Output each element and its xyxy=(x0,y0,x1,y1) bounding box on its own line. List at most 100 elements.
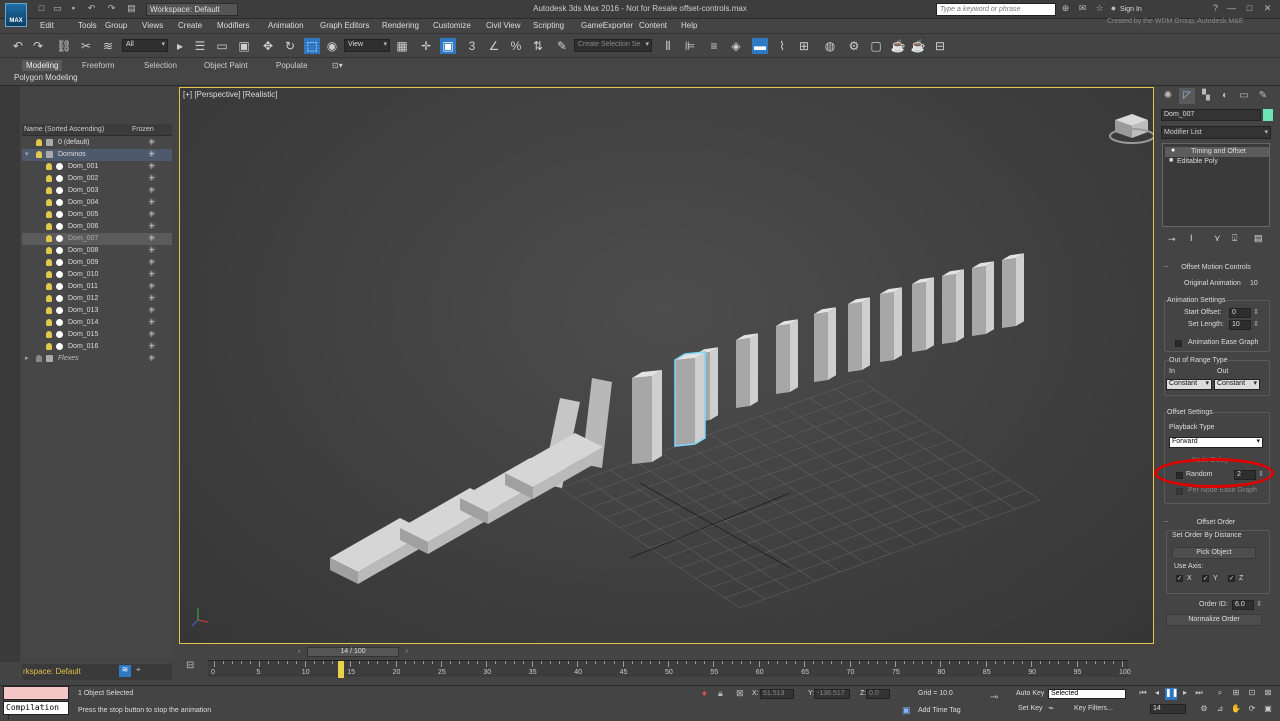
freeze-icon[interactable]: ✳ xyxy=(148,197,156,208)
freeze-icon[interactable]: ✳ xyxy=(148,269,156,280)
menu-item-modifiers[interactable]: Modifiers xyxy=(217,21,249,30)
spinner-snap-icon[interactable]: ⇅ xyxy=(530,38,546,54)
snaps-toggle-icon[interactable]: 3 xyxy=(464,38,480,54)
maximize-icon[interactable]: □ xyxy=(1244,3,1255,14)
explorer-row[interactable]: Dom_012 ✳ xyxy=(22,293,172,305)
ribbon-tab-selection[interactable]: Selection xyxy=(140,60,181,71)
freeze-icon[interactable]: ✳ xyxy=(148,149,156,160)
menu-item-create[interactable]: Create xyxy=(178,21,202,30)
explorer-row[interactable]: Dom_002 ✳ xyxy=(22,173,172,185)
explorer-row[interactable]: Dom_006 ✳ xyxy=(22,221,172,233)
time-track[interactable]: 0 5 10 15 20 25 30 35 40 45 50 55 60 65 70 75 80 85 90 95 10… xyxy=(208,660,1131,678)
y-coordinate-field[interactable]: -136.517 xyxy=(814,689,850,699)
in-type-dropdown[interactable]: Constant xyxy=(1166,379,1212,390)
time-slider[interactable]: ‹ 14 / 100 › xyxy=(298,647,408,657)
bind-space-warp-icon[interactable]: ≋ xyxy=(100,38,116,54)
zoom-icon[interactable]: ⌕ xyxy=(1214,688,1226,700)
freeze-icon[interactable]: ✳ xyxy=(148,305,156,316)
explorer-row[interactable]: Dom_011 ✳ xyxy=(22,281,172,293)
favorites-icon[interactable]: ☆ xyxy=(1094,3,1105,14)
named-selection-dropdown[interactable]: Create Selection Se xyxy=(574,39,652,52)
current-frame-field[interactable]: 14 xyxy=(1150,704,1186,714)
menu-item-rendering[interactable]: Rendering xyxy=(382,21,419,30)
freeze-icon[interactable]: ✳ xyxy=(148,317,156,328)
modify-tab-icon[interactable]: ◸ xyxy=(1179,88,1195,104)
open-mini-curve-editor-icon[interactable]: ⊟ xyxy=(186,660,200,674)
scale-icon[interactable]: ⬚ xyxy=(304,38,320,54)
bulb-icon[interactable] xyxy=(46,259,52,266)
object-name-field[interactable]: Dom_007 xyxy=(1161,109,1261,121)
rotate-icon[interactable]: ↻ xyxy=(282,38,298,54)
menu-item-graph-editors[interactable]: Graph Editors xyxy=(320,21,369,30)
bulb-icon[interactable] xyxy=(46,271,52,278)
set-key-button[interactable]: Set Key xyxy=(1018,705,1043,712)
freeze-icon[interactable]: ✳ xyxy=(148,221,156,232)
lock-icon[interactable]: 🔒︎ xyxy=(718,688,723,699)
window-crossing-icon[interactable]: ▣ xyxy=(236,38,252,54)
bulb-icon[interactable] xyxy=(46,223,52,230)
key-mode-icon[interactable]: ⊸ xyxy=(990,692,998,703)
bulb-icon[interactable] xyxy=(46,187,52,194)
maxscript-listener[interactable]: Compilation : xyxy=(3,701,69,721)
bulb-icon[interactable] xyxy=(46,295,52,302)
explorer-row[interactable]: Dom_015 ✳ xyxy=(22,329,172,341)
freeze-icon[interactable]: ✳ xyxy=(148,209,156,220)
undo-icon[interactable]: ↶ xyxy=(86,3,97,14)
bulb-icon[interactable] xyxy=(36,151,42,158)
axis-y-checkbox[interactable]: ✓ xyxy=(1202,575,1209,582)
bulb-icon[interactable] xyxy=(46,211,52,218)
place-icon[interactable]: ◉ xyxy=(324,38,340,54)
isolate-icon[interactable]: ♦ xyxy=(702,688,707,698)
bulb-icon[interactable] xyxy=(46,163,52,170)
zoom-all-icon[interactable]: ⊞ xyxy=(1230,688,1242,700)
rollout-offset-order[interactable]: − Offset Order xyxy=(1162,519,1270,530)
pick-object-button[interactable]: Pick Object xyxy=(1172,547,1256,559)
hierarchy-tab-icon[interactable]: ▚ xyxy=(1198,88,1214,104)
communication-icon[interactable]: ✉ xyxy=(1077,3,1088,14)
set-length-spinner[interactable]: 10 xyxy=(1229,320,1259,330)
user-icon[interactable]: ● xyxy=(1108,3,1119,14)
freeze-icon[interactable]: ✳ xyxy=(148,293,156,304)
x-coordinate-field[interactable]: 51.513 xyxy=(760,689,794,699)
mirror-icon[interactable]: ⫴ xyxy=(660,38,676,54)
explorer-row[interactable]: ▸ Flexes ✳ xyxy=(22,353,172,365)
render-online-icon[interactable]: ⊟ xyxy=(932,38,948,54)
bulb-icon[interactable] xyxy=(46,307,52,314)
motion-tab-icon[interactable]: ◐ xyxy=(1217,88,1233,104)
new-icon[interactable]: □ xyxy=(36,3,47,14)
menu-item-views[interactable]: Views xyxy=(142,21,163,30)
pin-stack-icon[interactable]: ⊸ xyxy=(1168,234,1176,245)
close-icon[interactable]: ✕ xyxy=(1262,3,1273,14)
menu-item-tools[interactable]: Tools xyxy=(78,21,97,30)
auto-key-button[interactable]: Auto Key xyxy=(1016,690,1044,697)
freeze-icon[interactable]: ✳ xyxy=(148,137,156,148)
scene-canvas[interactable] xyxy=(180,88,1153,643)
menu-item-group[interactable]: Group xyxy=(105,21,127,30)
selection-filter-dropdown[interactable]: All xyxy=(122,39,168,52)
key-set-dropdown[interactable]: Selected xyxy=(1048,689,1126,699)
show-end-result-icon[interactable]: I xyxy=(1190,233,1193,243)
normalize-order-button[interactable]: Normalize Order xyxy=(1166,614,1262,626)
bulb-icon[interactable] xyxy=(46,343,52,350)
freeze-icon[interactable]: ✳ xyxy=(148,353,156,364)
make-unique-icon[interactable]: ⋎ xyxy=(1214,233,1221,244)
freeze-icon[interactable]: ✳ xyxy=(148,341,156,352)
align-icon[interactable]: ⊫ xyxy=(682,38,698,54)
explorer-row[interactable]: Dom_005 ✳ xyxy=(22,209,172,221)
unlink-icon[interactable]: ✂ xyxy=(78,38,94,54)
manipulate-icon[interactable]: ✛ xyxy=(418,38,434,54)
absolute-mode-icon[interactable]: ⊠ xyxy=(736,688,744,699)
orbit-icon[interactable]: ⟳ xyxy=(1246,704,1258,716)
bulb-icon[interactable]: ● xyxy=(1171,147,1175,154)
playback-type-dropdown[interactable]: Forward xyxy=(1169,437,1263,448)
time-config-icon[interactable]: ⚙ xyxy=(1198,704,1210,716)
bulb-icon[interactable] xyxy=(46,235,52,242)
freeze-icon[interactable]: ✳ xyxy=(148,257,156,268)
menu-item-civil-view[interactable]: Civil View xyxy=(486,21,521,30)
edit-named-selections-icon[interactable]: ✎ xyxy=(554,38,570,54)
pin-icon[interactable]: ⌖ xyxy=(136,665,141,675)
link-icon[interactable]: ⛓ xyxy=(56,38,72,54)
project-folder-icon[interactable]: ▤ xyxy=(126,3,137,14)
ribbon-tab-modeling[interactable]: Modeling xyxy=(22,60,63,71)
next-frame-icon[interactable]: ▸ xyxy=(1179,688,1191,700)
